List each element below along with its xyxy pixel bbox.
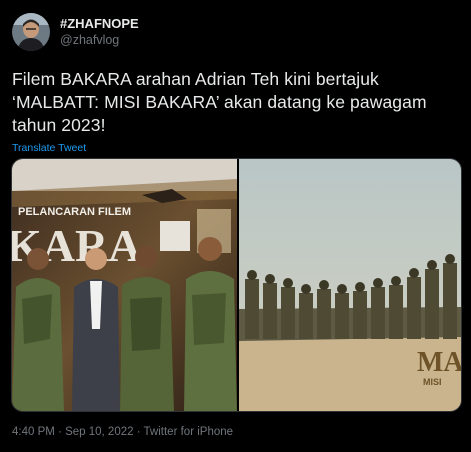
tweet-date[interactable]: Sep 10, 2022 xyxy=(65,426,133,438)
tweet-time[interactable]: 4:40 PM xyxy=(12,426,55,438)
movie-poster-photo: MAL MISI xyxy=(239,159,462,411)
tweet-header: #ZHAFNOPE @zhafvlog xyxy=(12,12,459,52)
meta-separator: · xyxy=(136,426,141,438)
user-handle[interactable]: @zhafvlog xyxy=(60,32,139,48)
avatar[interactable] xyxy=(12,13,50,51)
display-name[interactable]: #ZHAFNOPE xyxy=(60,16,139,32)
translate-tweet-link[interactable]: Translate Tweet xyxy=(12,142,86,154)
banner-text: PELANCARAN FILEM xyxy=(18,206,131,218)
meta-separator: · xyxy=(58,426,62,438)
avatar-image xyxy=(12,13,50,51)
tweet-media: PELANCARAN FILEM KARA MA MISI xyxy=(11,158,462,412)
tweet-text: Filem BAKARA arahan Adrian Teh kini bert… xyxy=(12,69,427,135)
user-names: #ZHAFNOPE @zhafvlog xyxy=(60,16,139,48)
press-event-photo: PELANCARAN FILEM KARA xyxy=(12,159,237,411)
tweet-card: #ZHAFNOPE @zhafvlog Filem BAKARA arahan … xyxy=(0,0,471,452)
media-photo-left[interactable]: PELANCARAN FILEM KARA xyxy=(12,159,237,411)
tweet-meta: 4:40 PM · Sep 10, 2022 · Twitter for iPh… xyxy=(12,426,233,438)
poster-subtitle-fragment: MISI xyxy=(423,377,442,387)
tweet-source: Twitter for iPhone xyxy=(143,426,234,438)
poster-title-fragment: MAL xyxy=(417,347,462,378)
media-photo-right[interactable]: MAL MISI xyxy=(239,159,462,411)
